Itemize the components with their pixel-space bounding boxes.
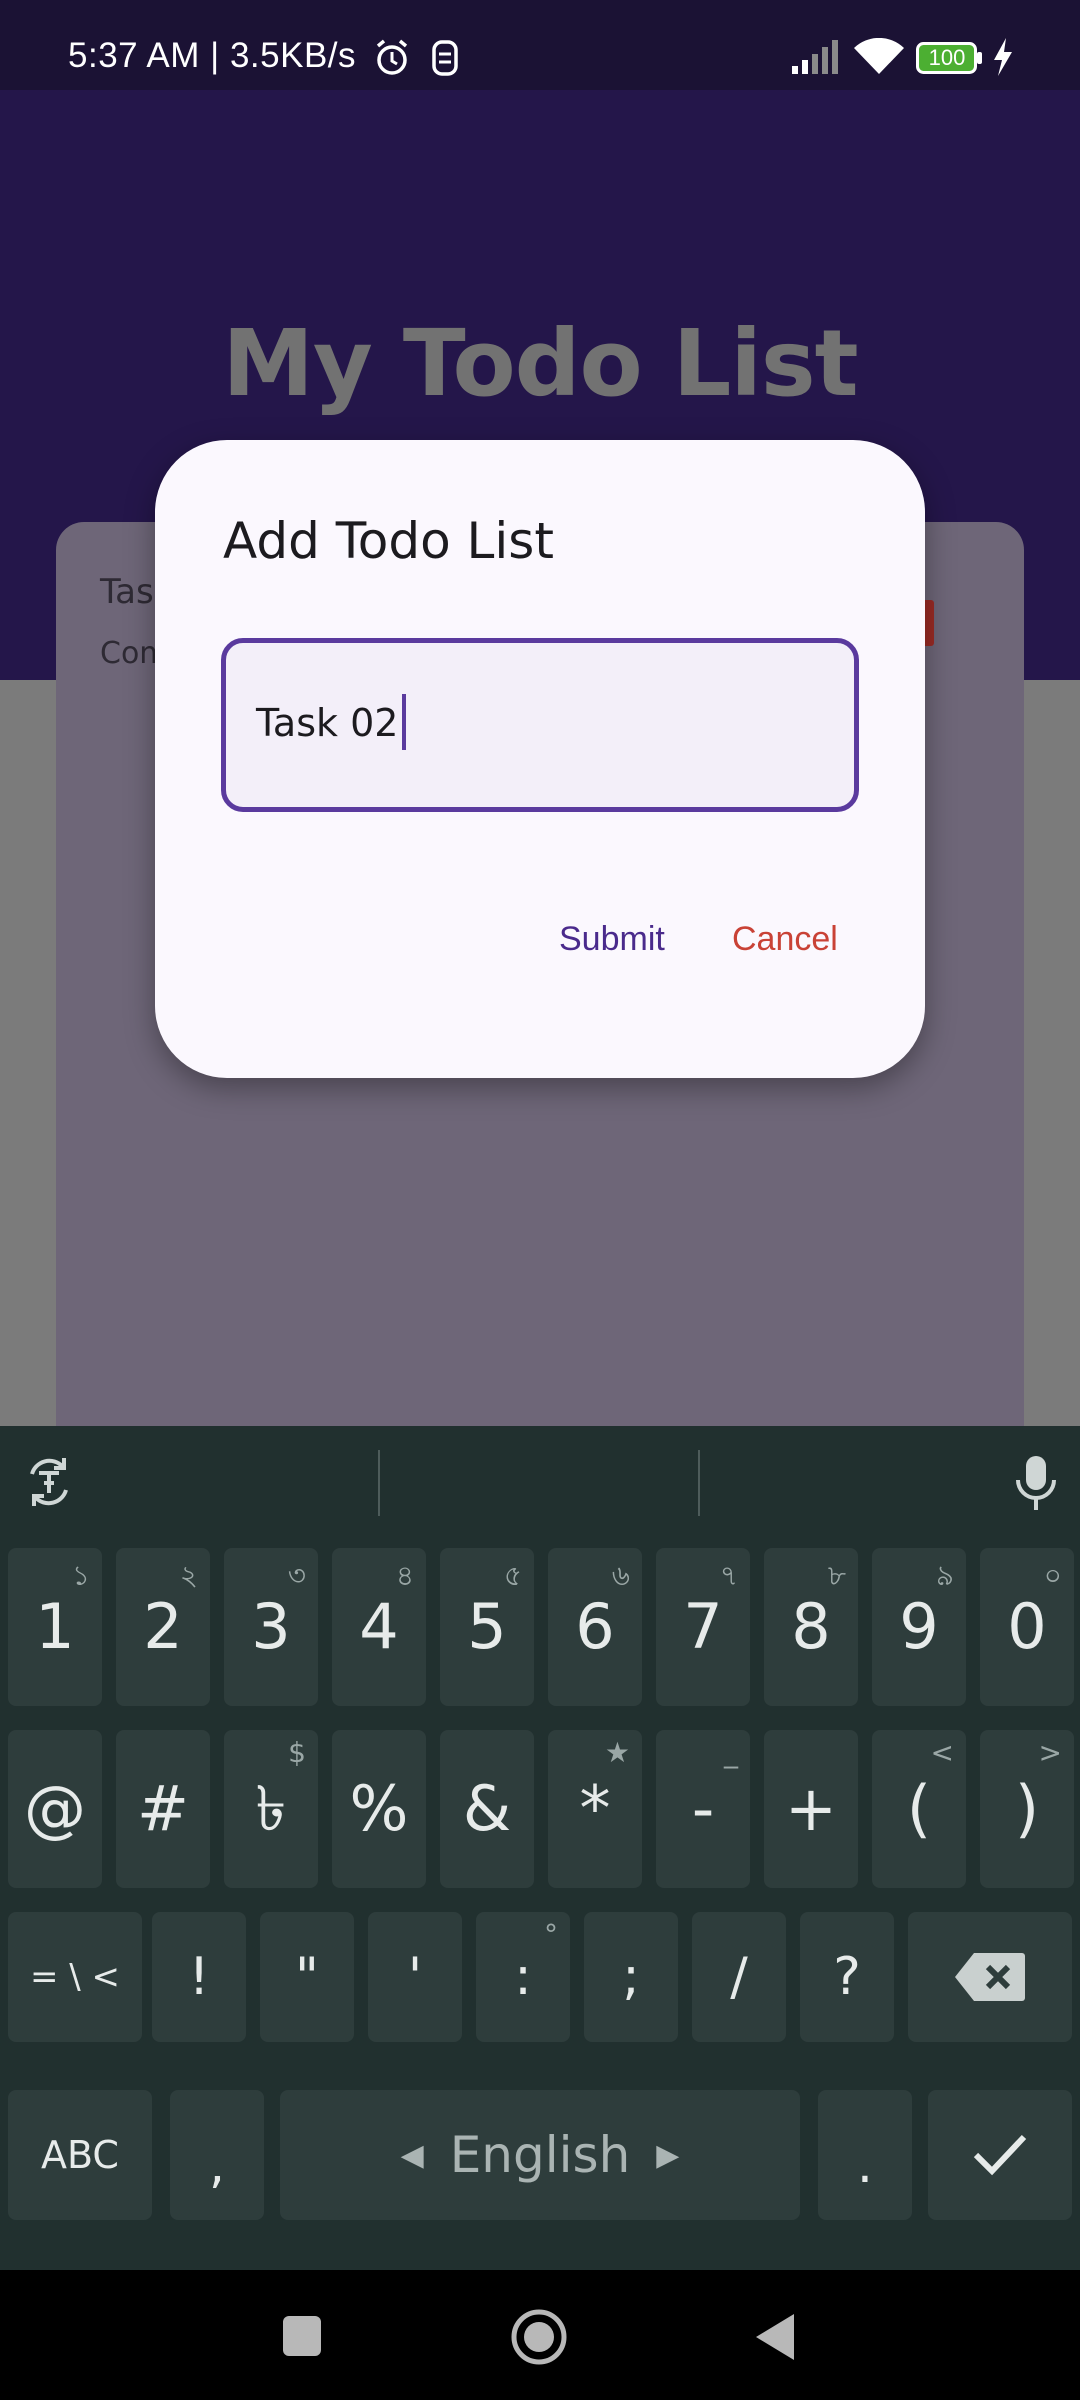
key-sym-1[interactable]: # (116, 1730, 210, 1888)
key-digit-1[interactable]: 2২ (116, 1548, 210, 1706)
key-sym2-1[interactable]: ! (152, 1912, 246, 2042)
navigation-bar (0, 2270, 1080, 2400)
key-hint: ৫ (503, 1559, 522, 1592)
key-hint: ★ (604, 1736, 630, 1769)
translate-icon[interactable] (24, 1456, 74, 1512)
key-digit-6[interactable]: 7৭ (656, 1548, 750, 1706)
submit-button[interactable]: Submit (559, 920, 665, 959)
todo-input-value: Task 02 (256, 701, 399, 745)
key-digit-7[interactable]: 8৮ (764, 1548, 858, 1706)
key-hint: ৩ (287, 1559, 306, 1592)
abc-key[interactable]: ABC (8, 2090, 152, 2220)
key-sym2-7[interactable]: ? (800, 1912, 894, 2042)
key-sym-0[interactable]: @ (8, 1730, 102, 1888)
key-hint: ৯ (935, 1559, 954, 1592)
key-digit-8[interactable]: 9৯ (872, 1548, 966, 1706)
keyboard-toolbar (0, 1426, 1080, 1542)
language-left-icon: ◀ (400, 2137, 424, 2173)
key-hint: ৮ (827, 1559, 846, 1592)
todo-card-title: Tas (100, 572, 154, 612)
key-digit-5[interactable]: 6৬ (548, 1548, 642, 1706)
suggestion-divider (378, 1450, 380, 1516)
suggestion-divider (698, 1450, 700, 1516)
key-sym-9[interactable]: ) > (980, 1730, 1074, 1888)
microphone-icon[interactable] (1014, 1454, 1058, 1516)
recents-icon[interactable] (283, 2316, 321, 2360)
key-digit-4[interactable]: 5৫ (440, 1548, 534, 1706)
status-time-speed: 5:37 AM | 3.5KB/s (68, 36, 357, 75)
language-right-icon: ▶ (656, 2137, 680, 2173)
key-sym-5[interactable]: * ★ (548, 1730, 642, 1888)
key-hint: ০ (1043, 1559, 1062, 1592)
status-bar: 5:37 AM | 3.5KB/s 100 (0, 0, 1080, 90)
home-icon[interactable] (510, 2308, 568, 2370)
text-caret (402, 693, 407, 750)
key-sym-2[interactable]: ৳ $ (224, 1730, 318, 1888)
key-sym2-0[interactable]: = \ < (8, 1912, 142, 2042)
key-sym2-2[interactable]: " (260, 1912, 354, 2042)
key-sym2-3[interactable]: ' (368, 1912, 462, 2042)
notification-icon (428, 38, 462, 82)
cancel-button[interactable]: Cancel (732, 920, 838, 959)
key-sym-8[interactable]: (< (872, 1730, 966, 1888)
key-sym-6[interactable]: - _ (656, 1730, 750, 1888)
key-hint: ৬ (611, 1559, 630, 1592)
space-language-label: English (449, 2126, 631, 2184)
key-hint: > (1038, 1736, 1062, 1769)
keyboard: 1১2২3৩4৪5৫6৬7৭8৮9৯0০ @ # ৳ $% & * ★ - _ +(<) > = \… (0, 1426, 1080, 2270)
backspace-key[interactable] (908, 1912, 1072, 2042)
back-icon[interactable] (754, 2312, 796, 2366)
period-key[interactable]: . (818, 2090, 912, 2220)
add-todo-dialog: Add Todo List Task 02 Submit Cancel (155, 440, 925, 1078)
key-sym-3[interactable]: % (332, 1730, 426, 1888)
key-hint: ২ (179, 1559, 198, 1592)
key-digit-2[interactable]: 3৩ (224, 1548, 318, 1706)
key-hint: ১ (71, 1559, 90, 1592)
signal-icon (792, 38, 842, 80)
key-hint: ৪ (395, 1559, 414, 1592)
space-key[interactable]: ◀ English ▶ (280, 2090, 800, 2220)
comma-key[interactable]: , (170, 2090, 264, 2220)
enter-key[interactable] (928, 2090, 1072, 2220)
key-digit-0[interactable]: 1১ (8, 1548, 102, 1706)
key-hint: _ (724, 1736, 738, 1769)
key-sym2-4[interactable]: : ° (476, 1912, 570, 2042)
key-sym2-5[interactable]: ; (584, 1912, 678, 2042)
key-digit-3[interactable]: 4৪ (332, 1548, 426, 1706)
wifi-icon (854, 37, 904, 80)
key-sym-4[interactable]: & (440, 1730, 534, 1888)
page-title: My Todo List (222, 310, 858, 417)
charging-icon (992, 38, 1014, 80)
key-sym2-6[interactable]: / (692, 1912, 786, 2042)
key-digit-9[interactable]: 0০ (980, 1548, 1074, 1706)
alarm-icon (372, 38, 412, 82)
key-hint: ৭ (719, 1559, 738, 1592)
key-hint: < (930, 1736, 954, 1769)
battery-level: 100 (928, 45, 966, 70)
todo-input-field[interactable]: Task 02 (221, 638, 859, 812)
dialog-title: Add Todo List (223, 512, 554, 570)
key-hint: ° (544, 1918, 558, 1951)
key-sym-7[interactable]: + (764, 1730, 858, 1888)
key-hint: $ (288, 1736, 306, 1769)
